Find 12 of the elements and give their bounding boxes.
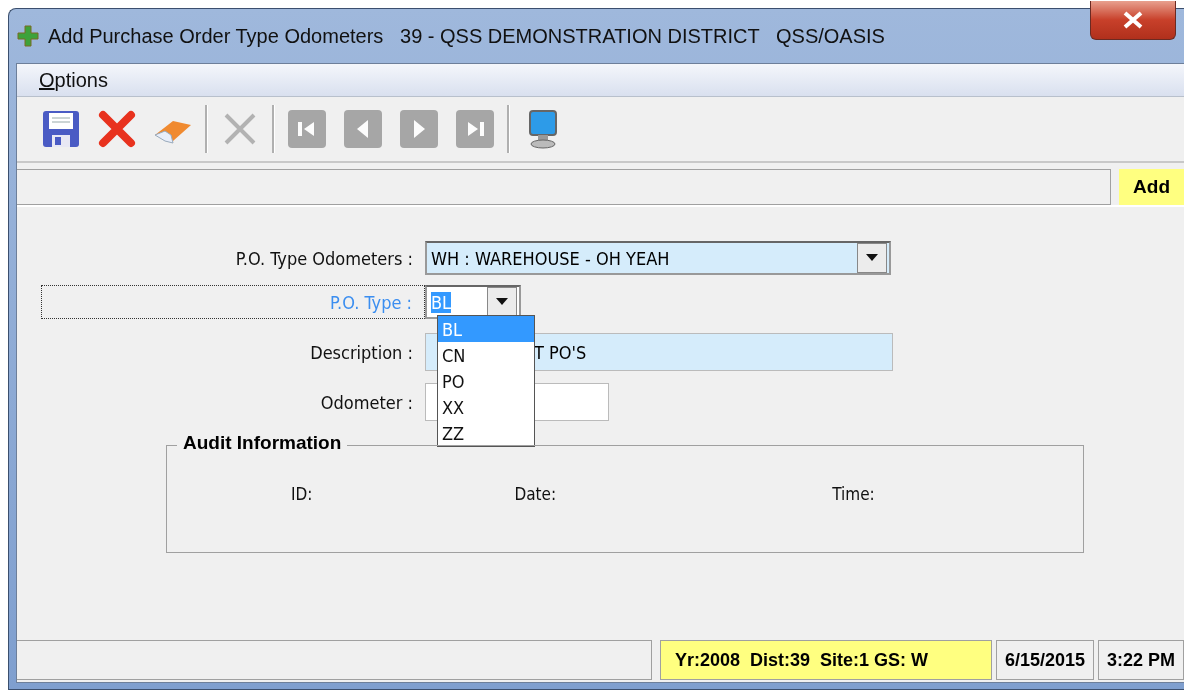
status-context: Yr:2008 Dist:39 Site:1 GS: W — [659, 640, 992, 680]
field-label: Description : — [309, 340, 414, 365]
audit-label: ID: — [291, 484, 313, 506]
field-label: P.O. Type Odometers : — [234, 246, 414, 271]
audit-label: Date: — [514, 484, 557, 506]
status-time: 3:22 PM — [1097, 640, 1184, 680]
audit-label: Time: — [832, 484, 875, 506]
window-title: Add Purchase Order Type Odometers 39 - QSS DEMONSTRATION DISTRICT QSS/OASIS — [48, 24, 885, 48]
status-date: 6/15/2015 — [995, 640, 1094, 680]
field-label: Odometer : — [319, 390, 414, 415]
mode-indicator: Add — [1119, 169, 1184, 205]
field-label: P.O. Type : — [41, 285, 425, 319]
